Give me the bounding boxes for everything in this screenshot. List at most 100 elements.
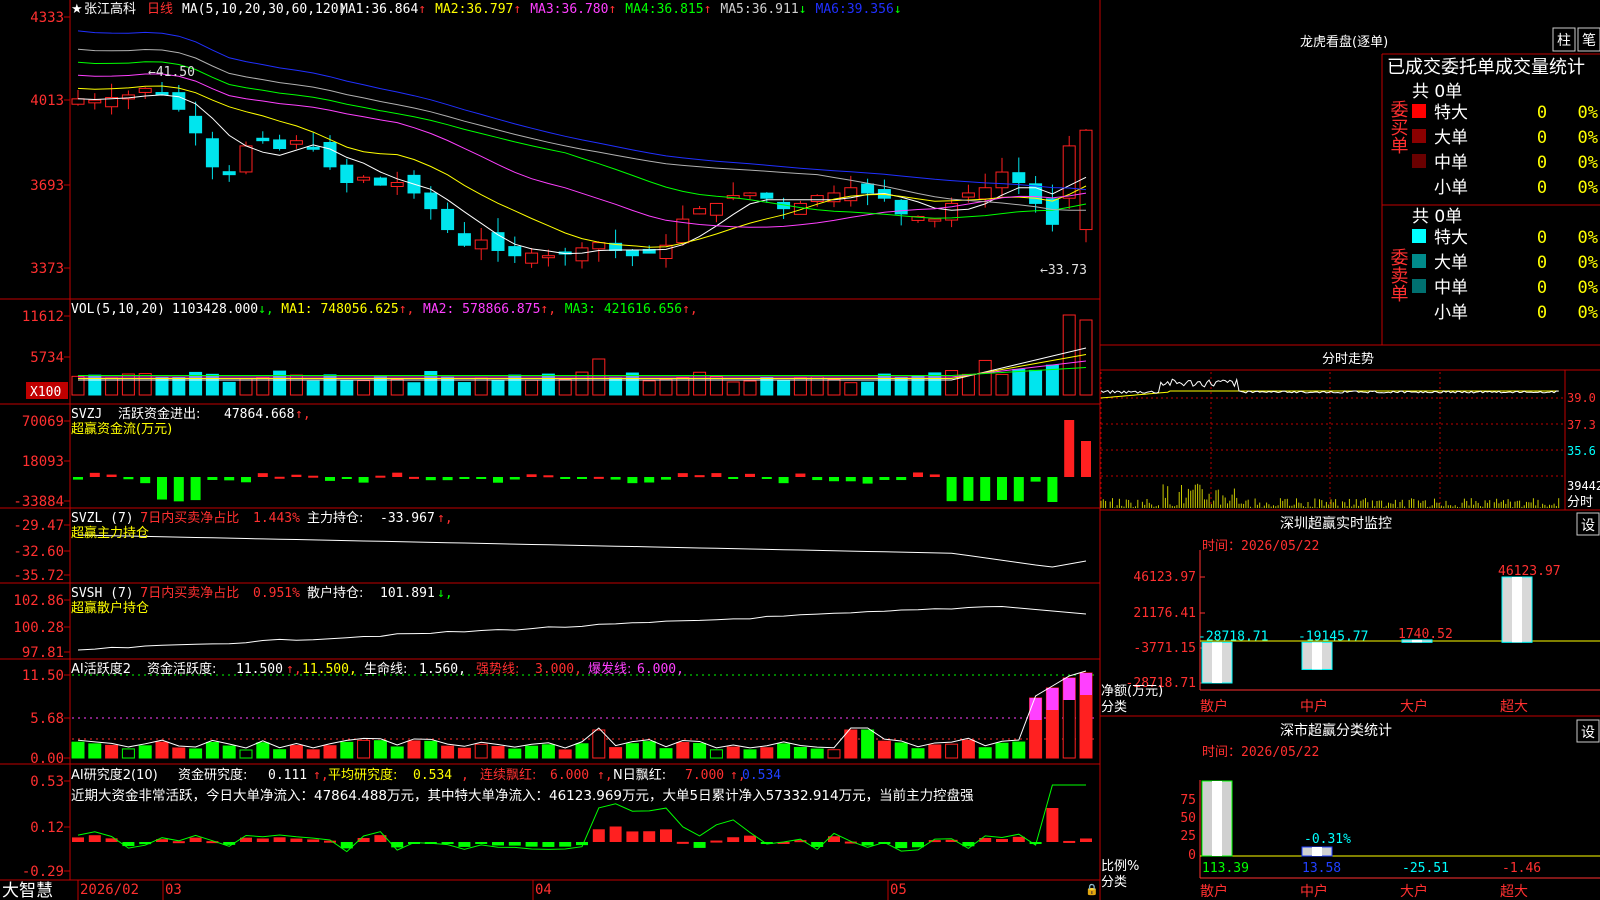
ai-activity-bar: [373, 740, 387, 759]
candle-body: [995, 171, 1009, 189]
buy-side-label: 委买单: [1388, 100, 1409, 154]
ai-activity-bars: [71, 670, 1095, 853]
svg-text:AI活跃度2: AI活跃度2: [71, 661, 131, 677]
chart-mode-bar-button[interactable]: 柱: [1557, 33, 1571, 49]
stock-chart-canvas[interactable]: -28718.71 散户 -19145.77 中户 1740.52 大户 46123.97 超…: [0, 0, 1600, 900]
y-tick-label: 70069: [22, 414, 64, 430]
volume-bar: [71, 375, 85, 396]
ai-activity-bar: [323, 745, 337, 759]
vol-title: VOL(5,10,20): [71, 302, 165, 317]
candle-body: [424, 192, 438, 210]
volume-bar: [793, 377, 807, 396]
vol-legend-value: 421616.656: [604, 302, 682, 317]
favorite-star-icon[interactable]: ★: [71, 2, 83, 17]
vol-legend-item: MA3: 421616.656↑,: [565, 302, 698, 317]
svsh-header: SVSH (7) 7日内买卖净占比 0.951% 散户持仓: 101.891 ↓…: [71, 585, 453, 616]
chart-mode-tick-button[interactable]: 笔: [1582, 33, 1596, 49]
ai-research-bar: [576, 842, 588, 846]
candle-body: [525, 252, 539, 264]
volume-bar: [609, 377, 623, 396]
vol-legend-value: 1103428.000: [172, 302, 258, 317]
y-tick-label: 3373: [30, 261, 64, 277]
candle-body: [844, 187, 858, 202]
y-tick-label: 4333: [30, 10, 64, 26]
monitor-bar-value: 1740.52: [1398, 627, 1453, 642]
monitor-y-tick: 46123.97: [1133, 570, 1196, 585]
fund-flow-bar: [358, 477, 369, 483]
vol-legend-item: MA1: 748056.625↑,: [281, 302, 414, 317]
svg-text:,: ,: [461, 768, 469, 783]
volume-bars: [71, 314, 1093, 396]
stock-name[interactable]: 张江高科: [84, 1, 136, 17]
y-tick-label: 0.12: [30, 820, 64, 836]
dragon-row-pct: 0%: [1578, 278, 1598, 298]
ai-activity-bar: [491, 746, 505, 759]
volume-bar: [474, 377, 488, 396]
ai-activity-bar: [138, 745, 152, 759]
fund-flow-bar: [341, 477, 352, 479]
ma-line: [77, 73, 1087, 228]
svg-text:6.000: 6.000: [550, 768, 589, 783]
svg-text:-33.967: -33.967: [380, 511, 435, 526]
candle-body: [541, 255, 555, 259]
svg-text:0.951%: 0.951%: [253, 586, 300, 601]
ai-activity-bar: [777, 743, 791, 759]
candle-body: [592, 242, 606, 250]
fund-flow-bar: [1013, 477, 1024, 502]
volume-bar: [373, 376, 387, 396]
ai-activity-bar: [995, 742, 1009, 759]
ai-activity-bar: [676, 742, 690, 759]
intraday-chart: [1100, 372, 1563, 508]
volume-bar: [105, 377, 119, 396]
monitor-bar-value: 46123.97: [1498, 564, 1561, 579]
ai-activity-bar: [844, 729, 858, 759]
svg-text:超赢主力持仓: 超赢主力持仓: [71, 525, 149, 541]
fund-flow-bar: [442, 477, 453, 481]
candle-body: [928, 218, 942, 222]
lock-icon[interactable]: 🔒: [1085, 883, 1099, 896]
fund-flow-bar: [711, 473, 722, 477]
intraday-title: 分时走势: [1322, 351, 1374, 367]
ai-research-bar: [811, 842, 824, 847]
candle-body: [273, 139, 287, 150]
fund-flow-bar: [476, 477, 487, 479]
candle-body: [189, 115, 203, 134]
ai-research-bar: [441, 842, 454, 844]
volume-bar: [659, 378, 673, 396]
fund-flow-bar: [610, 477, 621, 480]
buy-total: 共 0单: [1412, 82, 1462, 102]
volume-bar: [457, 382, 471, 396]
volume-bar: [844, 382, 858, 396]
ai-activity-bar: [71, 741, 85, 759]
fund-flow-bar: [879, 477, 890, 480]
ai-activity-bar: [172, 747, 186, 759]
ma-legend-value: 36.797: [466, 2, 513, 17]
classify-settings-button[interactable]: 设: [1581, 725, 1595, 741]
ma-legend-value: 36.780: [562, 2, 609, 17]
date-axis: 2026/02 03 04 05: [77, 880, 907, 900]
ai-research-bar: [1012, 836, 1025, 842]
vol-legend-value: 748056.625: [320, 302, 398, 317]
monitor-y-tick: 21176.41: [1133, 606, 1196, 621]
monitor-bar-highlight: [1512, 577, 1522, 643]
candle-body: [978, 187, 992, 200]
intraday-y-tick: 39442: [1567, 479, 1600, 493]
period-label[interactable]: 日线: [147, 2, 173, 17]
svg-text:资金活跃度:: 资金活跃度:: [147, 661, 216, 677]
candle-body: [1062, 145, 1076, 199]
ai-burst-bar: [1080, 673, 1092, 695]
candle-body: [373, 177, 387, 186]
fund-flow-bar: [913, 472, 923, 477]
volume-bar: [827, 378, 841, 396]
dragon-row-name: 大单: [1434, 253, 1468, 273]
ai-activity-bar: [121, 748, 135, 759]
volume-bar: [407, 382, 421, 396]
ai-research-bar: [290, 838, 303, 842]
ai-research-bar: [256, 838, 269, 842]
dragon-row-count: 0: [1537, 178, 1547, 198]
monitor-settings-button[interactable]: 设: [1581, 518, 1595, 534]
candle-body: [961, 192, 975, 198]
sell-side-label: 委卖单: [1388, 248, 1409, 302]
ma-legend-arrow: ↓: [894, 2, 902, 17]
dragon-row-count: 0: [1537, 153, 1547, 173]
